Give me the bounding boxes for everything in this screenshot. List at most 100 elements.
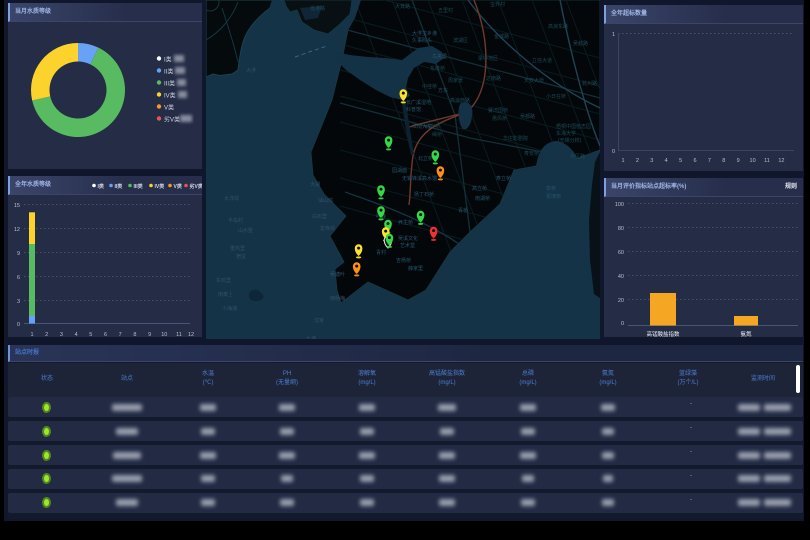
svg-text:龙寺坞: 龙寺坞 <box>320 225 335 232</box>
svg-text:高浪东路: 高浪东路 <box>548 23 568 30</box>
svg-text:吴区路: 吴区路 <box>570 153 585 160</box>
svg-text:(无锡分校): (无锡分校) <box>558 137 582 144</box>
svg-text:寿立桥: 寿立桥 <box>496 175 511 182</box>
svg-text:1: 1 <box>621 158 624 164</box>
svg-text:宿宝: 宿宝 <box>236 253 246 260</box>
svg-text:东绛桥: 东绛桥 <box>430 65 445 72</box>
svg-text:五里村: 五里村 <box>438 7 453 14</box>
svg-text:东鸡里: 东鸡里 <box>216 277 231 284</box>
svg-text:11: 11 <box>176 332 182 337</box>
svg-text:1: 1 <box>612 32 615 38</box>
svg-text:劣V类: 劣V类 <box>190 183 203 190</box>
svg-text:惠风桥: 惠风桥 <box>492 115 507 122</box>
svg-text:沈家: 沈家 <box>314 317 324 324</box>
svg-text:3: 3 <box>650 158 653 164</box>
svg-text:中佳桥: 中佳桥 <box>422 83 437 90</box>
svg-text:大浮宝乡港: 大浮宝乡港 <box>412 30 437 37</box>
svg-text:IV类: IV类 <box>155 183 165 190</box>
svg-text:II类: II类 <box>164 68 173 76</box>
svg-text:吉杨桥: 吉杨桥 <box>396 257 411 264</box>
svg-text:青桥: 青桥 <box>458 207 468 214</box>
svg-text:II类: II类 <box>115 183 123 190</box>
svg-text:北立桥: 北立桥 <box>418 155 433 162</box>
svg-text:4: 4 <box>75 332 78 337</box>
svg-text:6: 6 <box>17 275 20 281</box>
svg-text:小日在桥: 小日在桥 <box>546 93 566 100</box>
svg-text:I类: I类 <box>98 183 104 190</box>
svg-text:賽湾国桥: 賽湾国桥 <box>488 107 508 114</box>
svg-text:养生桥: 养生桥 <box>398 219 413 226</box>
svg-text:薛家里: 薛家里 <box>408 265 423 272</box>
svg-text:100: 100 <box>615 202 624 208</box>
svg-text:15: 15 <box>14 203 20 209</box>
svg-text:油山坞: 油山坞 <box>318 197 333 204</box>
svg-text:天安大桥: 天安大桥 <box>524 77 544 84</box>
svg-text:12: 12 <box>778 158 784 164</box>
svg-text:9: 9 <box>737 158 740 164</box>
svg-text:3: 3 <box>60 332 63 337</box>
svg-text:绳桥: 绳桥 <box>432 131 442 138</box>
svg-text:10: 10 <box>750 158 756 164</box>
svg-text:劣V类: 劣V类 <box>164 116 180 124</box>
svg-text:8: 8 <box>722 158 725 164</box>
svg-text:吴越路: 吴越路 <box>573 40 588 47</box>
svg-text:长广溪湿地: 长广溪湿地 <box>406 99 431 106</box>
svg-text:60: 60 <box>618 250 624 256</box>
svg-text:V类: V类 <box>164 104 174 112</box>
svg-text:1: 1 <box>30 332 33 337</box>
svg-text:80: 80 <box>618 226 624 232</box>
svg-text:III类: III类 <box>134 183 143 190</box>
svg-text:达南路: 达南路 <box>486 75 501 82</box>
svg-text:华庄影剧院: 华庄影剧院 <box>503 135 528 142</box>
svg-text:12: 12 <box>188 332 194 337</box>
svg-text:科普馆: 科普馆 <box>406 106 421 113</box>
svg-text:青村: 青村 <box>376 249 386 256</box>
svg-text:5: 5 <box>89 332 92 337</box>
svg-text:寿安桥: 寿安桥 <box>524 150 539 157</box>
svg-text:泉桥: 泉桥 <box>546 185 556 192</box>
svg-text:小海浦: 小海浦 <box>222 305 237 312</box>
svg-text:高浪西路: 高浪西路 <box>450 97 470 104</box>
svg-text:鸟夹里: 鸟夹里 <box>432 53 447 60</box>
svg-text:V类: V类 <box>174 183 182 190</box>
svg-text:6: 6 <box>693 158 696 164</box>
svg-text:周家景: 周家景 <box>448 77 463 84</box>
svg-text:6: 6 <box>104 332 107 337</box>
svg-text:20: 20 <box>618 298 624 304</box>
svg-text:12: 12 <box>14 227 20 233</box>
svg-text:方东: 方东 <box>438 87 448 94</box>
svg-text:金城路: 金城路 <box>494 33 509 40</box>
svg-text:3: 3 <box>17 299 20 305</box>
svg-text:半岛村: 半岛村 <box>228 217 243 224</box>
svg-text:4: 4 <box>665 158 668 164</box>
svg-text:重鸡里: 重鸡里 <box>230 245 245 252</box>
svg-text:南泰上: 南泰上 <box>218 291 233 298</box>
svg-text:大胡: 大胡 <box>310 181 320 188</box>
svg-text:氨氮: 氨氮 <box>740 330 752 337</box>
svg-text:扬丁石桥: 扬丁石桥 <box>414 191 434 198</box>
svg-text:9: 9 <box>148 332 151 337</box>
svg-text:0: 0 <box>621 321 624 327</box>
svg-text:大洋坞: 大洋坞 <box>224 195 239 202</box>
svg-text:III类: III类 <box>164 80 175 88</box>
svg-text:5: 5 <box>679 158 682 164</box>
svg-text:白石里: 白石里 <box>312 213 327 220</box>
svg-text:久事码头: 久事码头 <box>412 37 432 44</box>
svg-text:杭州路: 杭州路 <box>582 80 597 87</box>
svg-text:梧桐中国植志园: 梧桐中国植志园 <box>556 123 591 130</box>
svg-text:I类: I类 <box>164 56 172 64</box>
svg-text:大浮: 大浮 <box>246 67 256 74</box>
svg-text:大箕路: 大箕路 <box>395 3 410 10</box>
svg-text:吴溪文化: 吴溪文化 <box>398 235 418 242</box>
svg-text:艺术堂: 艺术堂 <box>400 242 415 249</box>
svg-text:2: 2 <box>45 332 48 337</box>
svg-text:江南大学: 江南大学 <box>412 123 432 130</box>
svg-text:高锰酸盐指数: 高锰酸盐指数 <box>646 330 680 337</box>
svg-text:宝界村: 宝界村 <box>490 1 505 8</box>
svg-text:0: 0 <box>17 322 20 328</box>
svg-text:南杨梅: 南杨梅 <box>330 295 345 302</box>
svg-text:40: 40 <box>618 274 624 280</box>
svg-text:无锡锋溪高水馆: 无锡锋溪高水馆 <box>402 175 437 182</box>
svg-text:立信大道: 立信大道 <box>532 57 552 64</box>
svg-text:7: 7 <box>708 158 711 164</box>
